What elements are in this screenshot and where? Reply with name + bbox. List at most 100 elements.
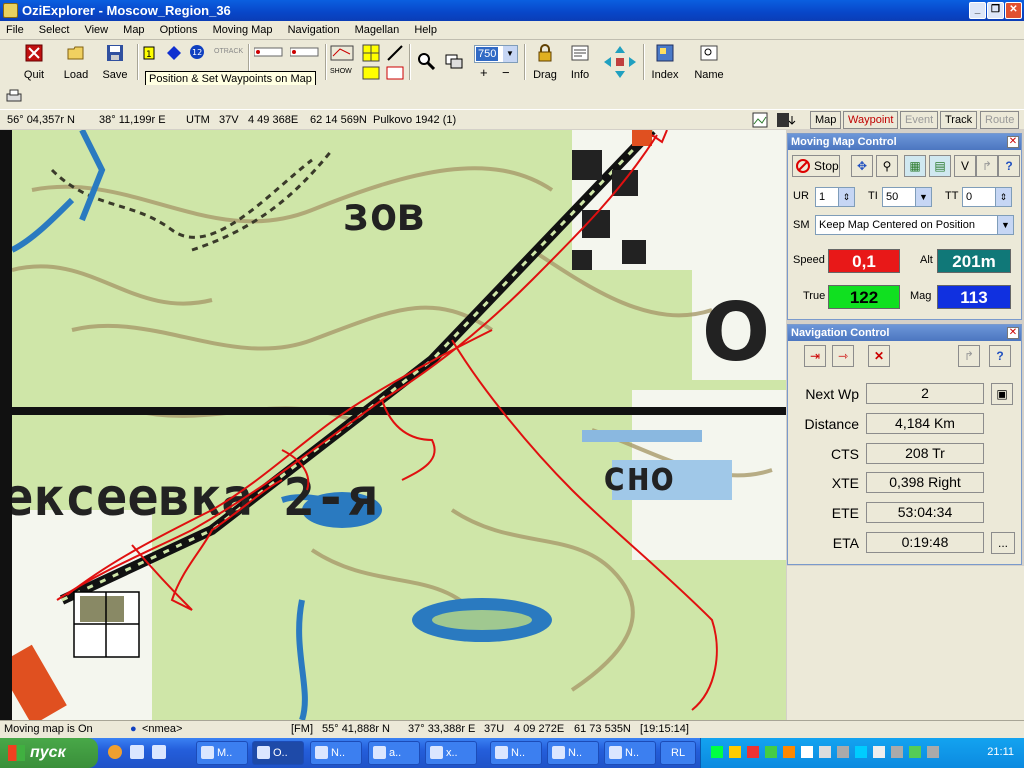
info-button[interactable]: Info <box>566 42 594 82</box>
ozi-app-icon[interactable] <box>3 3 18 18</box>
task-button-5[interactable]: x.. <box>425 741 477 765</box>
zoom-select[interactable]: 750 ▼ <box>474 45 518 63</box>
segment-map[interactable]: Map <box>810 111 842 129</box>
save-down-icon[interactable] <box>776 112 800 128</box>
minimize-button[interactable]: _ <box>969 2 986 19</box>
name-button[interactable]: Name <box>692 42 726 82</box>
task-button-8[interactable]: N.. <box>604 741 656 765</box>
tray-display-icon[interactable] <box>855 746 867 758</box>
zoom-position-button[interactable]: ⚲ <box>876 155 898 177</box>
zoom-out-button[interactable]: − <box>502 65 510 80</box>
more-button[interactable]: ... <box>991 532 1015 554</box>
nav-help-button[interactable]: ? <box>989 345 1011 367</box>
segment-track[interactable]: Track <box>940 111 978 129</box>
help-button[interactable]: ? <box>998 155 1020 177</box>
tray-shield-icon[interactable] <box>783 746 795 758</box>
index-button[interactable]: Index <box>648 42 682 82</box>
route-list-icon[interactable] <box>386 66 404 80</box>
task-button-7[interactable]: N.. <box>547 741 599 765</box>
menu-map[interactable]: Map <box>117 21 150 40</box>
tray-network-icon[interactable] <box>711 746 723 758</box>
save-button[interactable]: Save <box>99 42 131 82</box>
quicklaunch-clock-icon[interactable] <box>108 745 122 759</box>
maximize-button[interactable]: ❐ <box>987 2 1004 19</box>
numbered-waypoint-icon[interactable]: 12 <box>189 44 205 60</box>
tray-usb-icon[interactable] <box>819 746 831 758</box>
route-line-icon[interactable] <box>290 46 320 58</box>
tray-antivirus-icon[interactable] <box>747 746 759 758</box>
segment-event[interactable]: Event <box>900 111 939 129</box>
tray-misc2-icon[interactable] <box>909 746 921 758</box>
wp-properties-button[interactable]: ▣ <box>991 383 1013 405</box>
goto-wp-button[interactable]: ⇥ <box>804 345 826 367</box>
tray-misc-icon[interactable] <box>891 746 903 758</box>
task-button-ozi[interactable]: O.. <box>252 741 304 765</box>
tray-bluetooth-icon[interactable] <box>729 746 741 758</box>
sign-button[interactable]: ↱ <box>976 155 998 177</box>
waypoint-list-icon[interactable] <box>362 66 380 80</box>
sm-select[interactable]: Keep Map Centered on Position ▼ <box>815 215 1014 235</box>
show-tracks-icon[interactable] <box>330 44 354 62</box>
waypoint-tool-icon[interactable]: 1 <box>143 46 155 60</box>
otrack-button[interactable]: OTRACK <box>214 48 243 55</box>
center-map-button[interactable]: ✥ <box>851 155 873 177</box>
start-button[interactable]: пуск <box>0 738 98 768</box>
quicklaunch-browser-icon[interactable] <box>130 745 144 759</box>
menu-options[interactable]: Options <box>154 21 204 40</box>
menu-help[interactable]: Help <box>408 21 443 40</box>
tray-misc3-icon[interactable] <box>927 746 939 758</box>
map-find-icon: ▦ <box>909 159 921 173</box>
map-auto-button[interactable]: ▤ <box>929 155 951 177</box>
map-find-button[interactable]: ▦ <box>904 155 926 177</box>
diamond-waypoint-icon[interactable] <box>167 46 181 60</box>
goto-route-button[interactable]: ⇾ <box>832 345 854 367</box>
line-tool-icon[interactable] <box>386 44 404 62</box>
moving-map-close-button[interactable]: ✕ <box>1007 136 1019 148</box>
tray-update-icon[interactable] <box>873 746 885 758</box>
printer-icon[interactable] <box>5 88 23 104</box>
quit-button[interactable]: Quit <box>20 42 48 82</box>
map-image-icon[interactable] <box>752 112 768 128</box>
v-button[interactable]: V <box>954 155 976 177</box>
menu-moving-map[interactable]: Moving Map <box>207 21 279 40</box>
tray-power-icon[interactable] <box>837 746 849 758</box>
zoom-search-button[interactable] <box>414 50 438 90</box>
quicklaunch-app-icon[interactable] <box>152 745 166 759</box>
close-button[interactable]: ✕ <box>1005 2 1022 19</box>
distance-label: Distance <box>804 416 859 432</box>
menu-file[interactable]: File <box>0 21 30 40</box>
segment-waypoint[interactable]: Waypoint <box>843 111 899 129</box>
segment-route[interactable]: Route <box>980 111 1020 129</box>
stop-button[interactable]: Stop <box>792 155 840 177</box>
load-button[interactable]: Load <box>60 42 92 82</box>
task-button-3[interactable]: N.. <box>310 741 362 765</box>
tray-app-icon[interactable] <box>765 746 777 758</box>
menu-select[interactable]: Select <box>33 21 76 40</box>
lock-icon <box>538 44 552 62</box>
nav-sign-button[interactable]: ↱ <box>958 345 980 367</box>
tt-spinner[interactable]: 0 ⇕ <box>962 187 1012 207</box>
zoom-in-button[interactable]: + <box>480 65 488 80</box>
track-line-icon[interactable] <box>254 46 284 58</box>
menu-magellan[interactable]: Magellan <box>349 21 406 40</box>
map-grid-icon[interactable] <box>362 44 380 62</box>
menu-view[interactable]: View <box>78 21 114 40</box>
task-button-6[interactable]: N.. <box>490 741 542 765</box>
navigation-close-button[interactable]: ✕ <box>1007 327 1019 339</box>
windows-tile-button[interactable] <box>442 50 466 90</box>
ti-select[interactable]: 50 ▼ <box>882 187 932 207</box>
gps-northing: 61 73 535N <box>574 723 631 735</box>
task-button-rl[interactable]: RL <box>660 741 696 765</box>
task-button-4[interactable]: a.. <box>368 741 420 765</box>
tray-volume-icon[interactable] <box>801 746 813 758</box>
map-canvas[interactable]: зов ексеевка 2-я О сно <box>0 130 786 720</box>
eta-label: ETA <box>832 535 859 551</box>
menu-navigation[interactable]: Navigation <box>282 21 346 40</box>
ur-spinner[interactable]: 1 ⇕ <box>815 187 855 207</box>
task-button-1[interactable]: M.. <box>196 741 248 765</box>
chevron-down-icon: ▼ <box>915 188 931 206</box>
eta-value: 0:19:48 <box>866 532 984 553</box>
pan-arrows-icon[interactable] <box>602 44 638 80</box>
drag-button[interactable]: Drag <box>530 42 560 82</box>
cancel-nav-button[interactable]: ✕ <box>868 345 890 367</box>
